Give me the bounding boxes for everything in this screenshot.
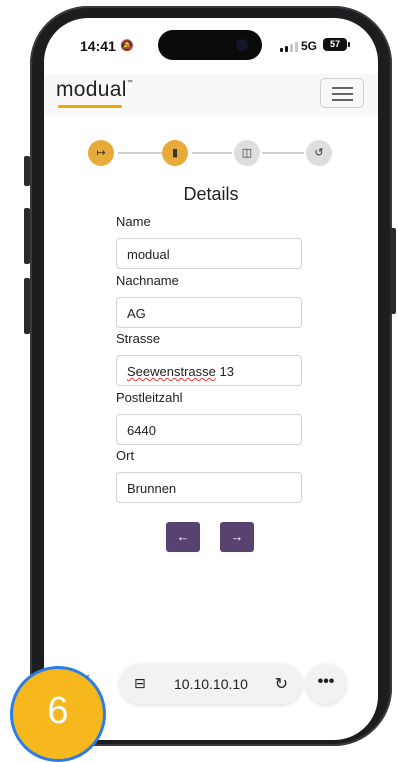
nachname-input[interactable]: AG [116,297,302,328]
brand-logo[interactable]: modual™ [56,78,133,102]
dynamic-island [158,30,262,60]
camera-icon [236,39,248,51]
next-button[interactable]: → [220,522,254,552]
strasse-number: 13 [215,364,234,379]
more-options-button[interactable]: ••• [306,664,346,704]
reload-icon[interactable]: ↻ [275,674,288,694]
strasse-value: Seewenstrasse [127,364,216,379]
tabs-icon[interactable]: ⊟ [134,675,146,692]
name-input[interactable]: modual [116,238,302,269]
logo-underline [58,105,122,108]
url-text[interactable]: 10.10.10.10 [174,676,248,692]
address-bar[interactable]: ⊟ 10.10.10.10 ↻ [120,664,302,704]
battery-icon: 57 [323,38,350,51]
status-bar: 14:41 🔕 5G 57 [44,18,378,74]
hamburger-menu-button[interactable] [320,78,364,108]
power-button [390,228,396,314]
document-icon[interactable]: ▮ [162,140,188,166]
ort-input[interactable]: Brunnen [116,472,302,503]
nachname-label: Nachname [116,273,179,288]
bell-muted-icon: 🔕 [120,40,134,52]
strasse-input[interactable]: Seewenstrasse 13 [116,355,302,386]
back-button[interactable]: ← [166,522,200,552]
step-connector [262,152,304,154]
volume-down-button [24,278,30,334]
postleitzahl-label: Postleitzahl [116,390,183,405]
page-title: Details [183,184,239,204]
phone-screen: 14:41 🔕 5G 57 modual™ ↦ ▮ ◫ ↺ Details Na… [44,18,378,740]
step-connector [118,152,162,154]
navbar: modual™ [44,74,378,116]
signal-icon [280,42,298,52]
progress-stepper: ↦ ▮ ◫ ↺ [88,140,332,166]
action-button [24,156,30,186]
status-time: 14:41 [80,38,116,54]
postleitzahl-input[interactable]: 6440 [116,414,302,445]
ort-label: Ort [116,448,135,463]
network-type: 5G [301,39,318,53]
undo-icon[interactable]: ↺ [306,140,332,166]
clipboard-check-icon[interactable]: ◫ [234,140,260,166]
strasse-label: Strasse [116,331,161,346]
step-number-badge: 6 [10,666,106,762]
sign-in-icon[interactable]: ↦ [88,140,114,166]
step-connector [192,152,232,154]
volume-up-button [24,208,30,264]
name-label: Name [116,214,151,229]
